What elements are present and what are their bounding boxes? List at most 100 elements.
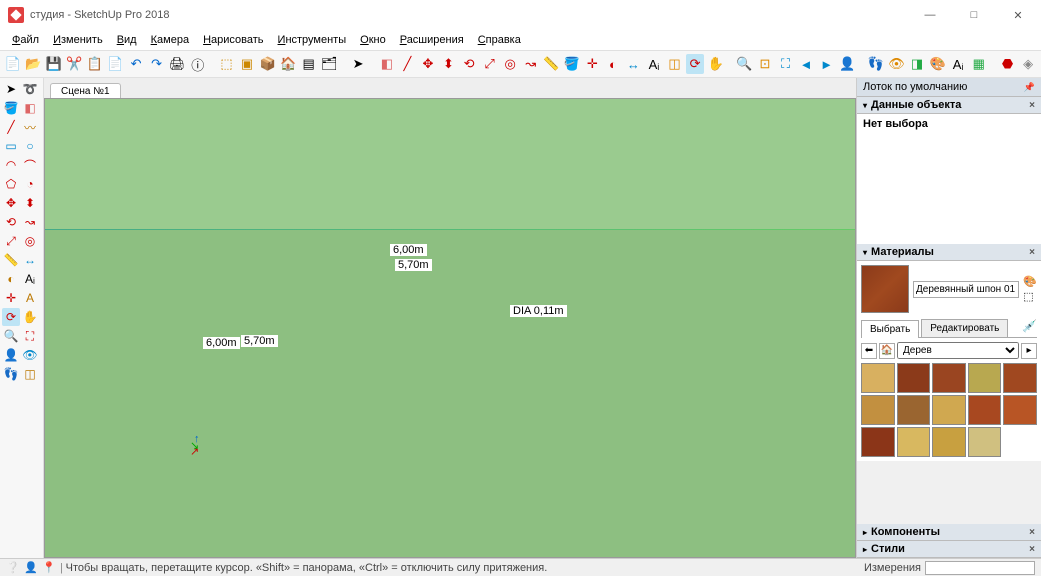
scale-tool-icon[interactable]: ⤢ (2, 232, 20, 250)
zoom-tool-icon[interactable]: 🔍 (2, 327, 20, 345)
position-camera-icon[interactable]: 👤 (838, 54, 856, 74)
materials-select-tab[interactable]: Выбрать (861, 320, 919, 338)
arc2-tool-icon[interactable]: ⌒ (21, 156, 39, 174)
pie-tool-icon[interactable]: ◔ (21, 175, 39, 193)
material-swatch[interactable] (968, 395, 1002, 425)
prev-icon[interactable]: ◄ (797, 54, 815, 74)
material-swatch[interactable] (932, 427, 966, 457)
menu-camera[interactable]: Камера (145, 32, 195, 48)
material-swatch[interactable] (861, 395, 895, 425)
scene-tab-1[interactable]: Сцена №1 (50, 83, 121, 99)
paste-icon[interactable]: 📄 (107, 54, 125, 74)
material-swatch[interactable] (1003, 363, 1037, 393)
back-icon[interactable]: ⬅ (861, 343, 877, 359)
zoom-window-icon[interactable]: ⊡ (756, 54, 774, 74)
make-group-icon[interactable]: ▣ (238, 54, 256, 74)
paint-tool-icon[interactable]: 🪣 (2, 99, 20, 117)
measurements-input[interactable] (925, 561, 1035, 575)
new-icon[interactable]: 📄 (4, 54, 22, 74)
material-swatch[interactable] (1003, 395, 1037, 425)
circle-tool-icon[interactable]: ○ (21, 137, 39, 155)
print-icon[interactable]: 🖨 (168, 54, 186, 74)
model-info-icon[interactable]: ⓘ (189, 54, 207, 74)
zoom-extents-icon[interactable]: ⛶ (777, 54, 795, 74)
look-icon[interactable]: 👁 (888, 54, 906, 74)
menu-extensions[interactable]: Расширения (394, 32, 470, 48)
menu-view[interactable]: Вид (111, 32, 143, 48)
freehand-tool-icon[interactable]: 〰 (21, 118, 39, 136)
menu-help[interactable]: Справка (472, 32, 527, 48)
walk-icon[interactable]: 👣 (867, 54, 885, 74)
move-icon[interactable]: ✥ (419, 54, 437, 74)
lasso-tool-icon[interactable]: ➰ (21, 80, 39, 98)
followme-icon[interactable]: ↝ (522, 54, 540, 74)
geo-icon[interactable]: 📍 (42, 561, 56, 575)
cut-icon[interactable]: ✂️ (66, 54, 84, 74)
zoom-icon[interactable]: 🔍 (736, 54, 754, 74)
3dtext-icon[interactable]: Aᵢ (949, 54, 967, 74)
pushpull-icon[interactable]: ⬍ (440, 54, 458, 74)
protractor-tool-icon[interactable]: ◐ (2, 270, 20, 288)
warehouse-icon[interactable]: ◈ (1019, 54, 1037, 74)
protractor-icon[interactable]: ◐ (604, 54, 622, 74)
house-icon[interactable]: 🏠 (279, 54, 297, 74)
materials-header[interactable]: Материалы × (857, 244, 1041, 261)
material-swatch[interactable] (897, 427, 931, 457)
pan-icon[interactable]: ✋ (707, 54, 725, 74)
material-swatch[interactable] (968, 427, 1002, 457)
copy-icon[interactable]: 📋 (86, 54, 104, 74)
details-icon[interactable]: ▸ (1021, 343, 1037, 359)
close-panel-icon[interactable]: × (1029, 544, 1035, 555)
rotate-icon[interactable]: ⟲ (460, 54, 478, 74)
style-icon[interactable]: 🎨 (929, 54, 947, 74)
zoom-extents-tool-icon[interactable]: ⛶ (21, 327, 39, 345)
next-icon[interactable]: ► (818, 54, 836, 74)
close-button[interactable]: ✕ (1003, 9, 1033, 22)
arc-tool-icon[interactable]: ◠ (2, 156, 20, 174)
walk-tool-icon[interactable]: 👣 (2, 365, 20, 383)
material-name-input[interactable] (913, 281, 1019, 298)
undo-icon[interactable]: ↶ (127, 54, 145, 74)
styles-header[interactable]: Стили × (857, 541, 1041, 558)
plugin-icon[interactable]: ⬣ (999, 54, 1017, 74)
tape-icon[interactable]: 📏 (542, 54, 560, 74)
redo-icon[interactable]: ↷ (148, 54, 166, 74)
menu-edit[interactable]: Изменить (47, 32, 109, 48)
3dtext-tool-icon[interactable]: A (21, 289, 39, 307)
offset-icon[interactable]: ◎ (501, 54, 519, 74)
followme-tool-icon[interactable]: ↝ (21, 213, 39, 231)
line-icon[interactable]: ╱ (399, 54, 417, 74)
line-tool-icon[interactable]: ╱ (2, 118, 20, 136)
eraser-icon[interactable]: ◧ (378, 54, 396, 74)
look-tool-icon[interactable]: 👁 (21, 346, 39, 364)
make-component-icon[interactable]: ⬚ (218, 54, 236, 74)
material-swatch[interactable] (932, 363, 966, 393)
polygon-tool-icon[interactable]: ⬠ (2, 175, 20, 193)
help-icon[interactable]: ❔ (6, 561, 20, 575)
pushpull-tool-icon[interactable]: ⬍ (21, 194, 39, 212)
close-panel-icon[interactable]: × (1029, 100, 1035, 111)
maximize-button[interactable]: □ (959, 9, 989, 22)
tape-tool-icon[interactable]: 📏 (2, 251, 20, 269)
current-material-swatch[interactable] (861, 265, 909, 313)
create-material-icon[interactable]: 🎨 (1023, 275, 1037, 288)
orbit-tool-icon[interactable]: ⟳ (2, 308, 20, 326)
material-swatch[interactable] (861, 427, 895, 457)
pin-icon[interactable]: 📌 (1024, 82, 1035, 93)
rect-tool-icon[interactable]: ▭ (2, 137, 20, 155)
axes-icon[interactable]: ✛ (584, 54, 602, 74)
menu-file[interactable]: Файл (6, 32, 45, 48)
axes-tool-icon[interactable]: ✛ (2, 289, 20, 307)
menu-window[interactable]: Окно (354, 32, 392, 48)
pan-tool-icon[interactable]: ✋ (21, 308, 39, 326)
default-material-icon[interactable]: ⬚ (1023, 290, 1037, 303)
eyedropper-icon[interactable]: 💉 (1022, 319, 1037, 337)
outliner-icon[interactable]: 🗂 (320, 54, 338, 74)
dimension-tool-icon[interactable]: ↔ (21, 251, 39, 269)
material-swatch[interactable] (897, 395, 931, 425)
components-header[interactable]: Компоненты × (857, 524, 1041, 541)
material-swatch[interactable] (932, 395, 966, 425)
select-tool-icon[interactable]: ➤ (2, 80, 20, 98)
dimension-icon[interactable]: ↔ (625, 54, 643, 74)
material-category-select[interactable]: Дерев (897, 342, 1019, 359)
